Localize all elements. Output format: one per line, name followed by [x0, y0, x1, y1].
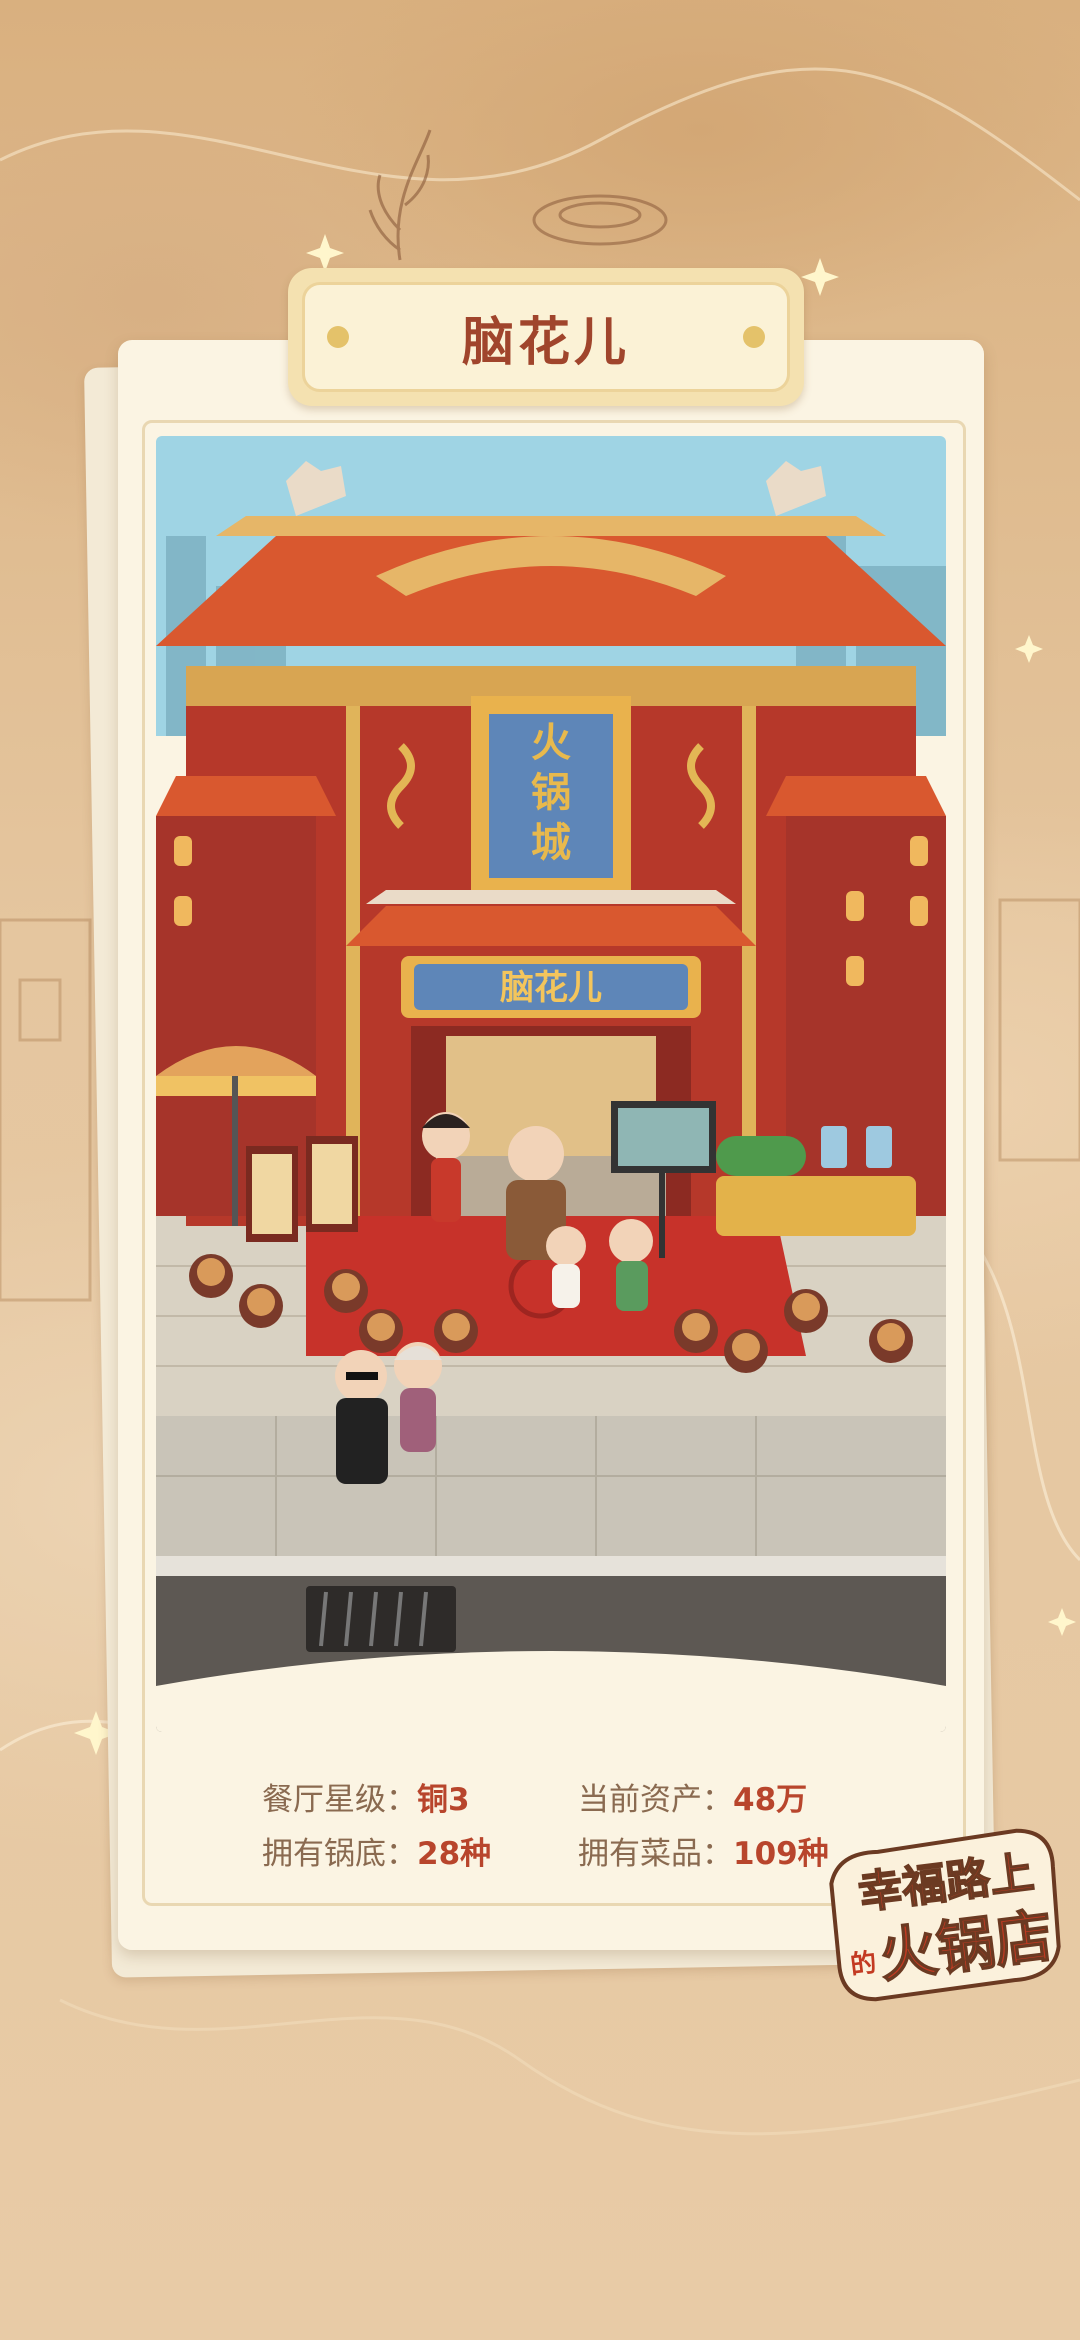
- stat-base-value: 28种: [417, 1836, 492, 1872]
- stat-star-label: 餐厅星级：: [262, 1782, 417, 1818]
- main-sign-char-2: 锅: [531, 770, 571, 816]
- title-banner-inner: 脑花儿: [302, 282, 790, 392]
- door-sign-text: 脑花儿: [500, 968, 602, 1008]
- banner-left-dot: [327, 326, 349, 348]
- banner-right-dot: [743, 326, 765, 348]
- sidewalk: [156, 1416, 946, 1556]
- stat-dishes-label: 拥有菜品：: [578, 1836, 733, 1872]
- stat-dishes: 拥有菜品：109种: [578, 1828, 829, 1878]
- stat-assets-label: 当前资产：: [578, 1782, 733, 1818]
- grandma-character: [394, 1342, 442, 1452]
- stat-dishes-value: 109种: [733, 1836, 829, 1872]
- curb: [156, 1556, 946, 1576]
- stat-base-label: 拥有锅底：: [262, 1836, 417, 1872]
- door-roof: [346, 906, 756, 946]
- game-logo: 幸福路上 的 火锅店: [817, 1816, 1076, 2014]
- restaurant-scene: 火 锅 城 脑花儿: [156, 436, 946, 1732]
- stat-soup-bases: 拥有锅底：28种: [262, 1828, 491, 1878]
- stat-assets-value: 48万: [733, 1782, 808, 1818]
- logo-small: 的: [849, 1947, 879, 1981]
- man-in-black-character: [335, 1350, 388, 1484]
- buffet-table: [716, 1176, 916, 1236]
- stat-star-value: 铜3: [417, 1782, 470, 1818]
- main-sign-char-3: 城: [531, 820, 571, 866]
- stat-star-level: 餐厅星级：铜3: [262, 1774, 470, 1824]
- bowl-sketch-icon: [532, 194, 668, 246]
- drain-grate: [306, 1586, 456, 1652]
- leaf-sketch-icon: [368, 129, 432, 261]
- title-banner: 脑花儿: [288, 268, 804, 406]
- stat-assets: 当前资产：48万: [578, 1774, 807, 1824]
- restaurant-stats: 餐厅星级：铜3 当前资产：48万 拥有锅底：28种 拥有菜品：109种: [262, 1774, 902, 1894]
- restaurant-name-title: 脑花儿: [461, 312, 630, 373]
- main-sign-char-1: 火: [531, 720, 571, 766]
